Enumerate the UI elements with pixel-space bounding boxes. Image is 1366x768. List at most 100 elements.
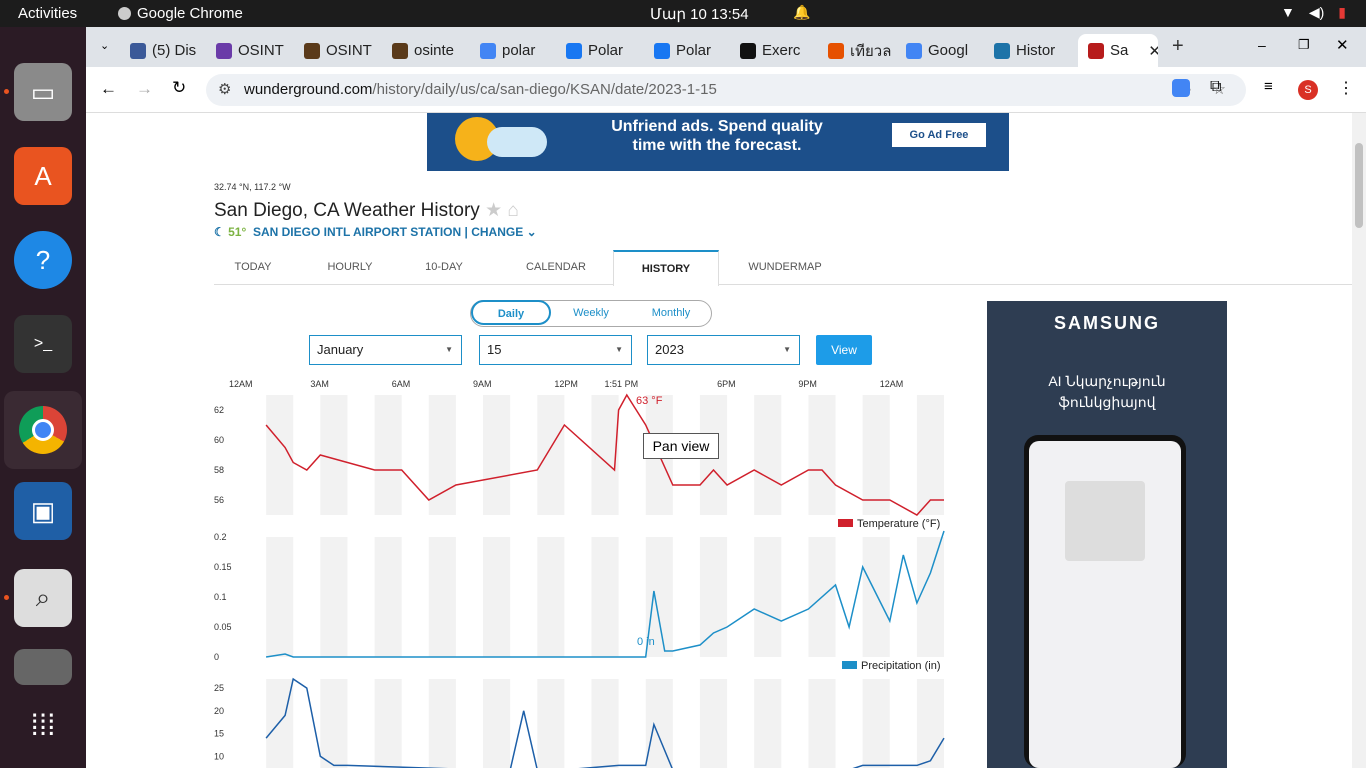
site-info-icon[interactable]: ⚙ — [218, 74, 231, 106]
browser-tab[interactable]: Exerc — [740, 34, 818, 67]
period-daily[interactable]: Daily — [471, 300, 551, 325]
app-menu[interactable]: Google Chrome — [118, 5, 243, 22]
browser-tab[interactable]: osinte — [392, 34, 470, 67]
menu-icon[interactable]: ⋮ — [1338, 78, 1354, 98]
day-select[interactable]: 15 ▼ — [479, 335, 632, 365]
browser-tab[interactable]: polar — [480, 34, 558, 67]
virtualbox-icon[interactable]: ▣ — [14, 482, 72, 540]
nav-tabs: TODAY HOURLY 10-DAY CALENDAR HISTORY WUN… — [214, 250, 1352, 286]
back-icon[interactable]: ← — [100, 79, 117, 99]
x-tick-label: 6AM — [392, 379, 411, 389]
close-tab-icon[interactable]: ✕ — [1148, 42, 1158, 60]
side-ad[interactable]: SAMSUNG AI Նկարչություն ֆունկցիայով — [987, 301, 1227, 768]
forward-icon[interactable]: → — [136, 79, 153, 99]
close-window-icon[interactable]: ✕ — [1336, 36, 1349, 54]
url-path: /history/daily/us/ca/san-diego/KSAN/date… — [372, 81, 717, 98]
y-tick-label: 15 — [214, 729, 224, 739]
tab-calendar[interactable]: CALENDAR — [514, 250, 598, 285]
tab-favicon-icon — [480, 42, 496, 59]
browser-tab[interactable]: OSINT — [304, 34, 382, 67]
tab-label: Polar — [676, 42, 712, 59]
browser-tab[interactable]: Googl — [906, 34, 984, 67]
tab-search-icon[interactable]: ⌄ — [100, 39, 109, 52]
grid-band — [374, 537, 402, 657]
reload-icon[interactable]: ↻ — [172, 78, 186, 98]
help-icon[interactable]: ? — [14, 231, 72, 289]
search-icon[interactable]: ⌕ — [14, 569, 72, 627]
view-button[interactable]: View — [816, 335, 872, 365]
apps-grid-icon[interactable]: ⁞⁞⁞ — [14, 697, 72, 755]
legend-label: Temperature (°F) — [857, 518, 940, 530]
y-tick-label: 0.1 — [214, 592, 227, 602]
grid-band — [266, 679, 294, 768]
bell-icon[interactable]: 🔔 — [793, 4, 810, 21]
home-icon[interactable]: ⌂ — [507, 200, 518, 221]
system-tray[interactable]: ▼ ◀) ▮ — [1281, 4, 1346, 21]
browser-tab[interactable]: เทียวล — [828, 34, 906, 67]
chrome-dock-icon[interactable] — [4, 391, 82, 469]
tab-label: Googl — [928, 42, 969, 59]
grid-band — [537, 395, 565, 515]
month-select[interactable]: January ▼ — [309, 335, 462, 365]
tab-label: polar — [502, 42, 536, 59]
browser-tab[interactable]: Sa ✕ — [1078, 34, 1158, 67]
activities-button[interactable]: Activities — [18, 5, 77, 22]
grid-band — [754, 395, 782, 515]
volume-icon: ◀) — [1308, 4, 1325, 20]
profile-avatar[interactable]: S — [1298, 80, 1318, 100]
tab-hourly[interactable]: HOURLY — [312, 250, 388, 285]
tab-wundermap[interactable]: WUNDERMAP — [734, 250, 836, 285]
year-select[interactable]: 2023 ▼ — [647, 335, 800, 365]
scrollbar-thumb[interactable] — [1355, 143, 1363, 228]
terminal-icon[interactable]: >_ — [14, 315, 72, 373]
app-center-icon[interactable]: A — [14, 147, 72, 205]
media-icon[interactable]: ≡ — [1264, 78, 1273, 95]
new-tab-icon[interactable]: + — [1172, 35, 1184, 58]
ad-text: Unfriend ads. Spend quality time with th… — [611, 118, 823, 154]
tab-label: Histor — [1016, 42, 1056, 59]
favorite-star-icon[interactable]: ★ — [485, 200, 502, 221]
drive-icon[interactable] — [14, 649, 72, 685]
tab-favicon-icon — [994, 42, 1010, 59]
period-monthly[interactable]: Monthly — [631, 301, 711, 326]
top-ad-banner[interactable]: Unfriend ads. Spend quality time with th… — [427, 113, 1009, 171]
grid-band — [699, 679, 728, 768]
grid-band — [808, 395, 836, 515]
go-ad-free-button[interactable]: Go Ad Free — [892, 123, 986, 147]
station-name[interactable]: SAN DIEGO INTL AIRPORT STATION — [253, 225, 461, 239]
grid-band — [591, 537, 619, 657]
browser-tab[interactable]: Histor — [994, 34, 1072, 67]
browser-tab[interactable]: Polar — [654, 34, 732, 67]
period-weekly[interactable]: Weekly — [551, 301, 631, 326]
scrollbar[interactable] — [1352, 113, 1366, 768]
legend-swatch — [842, 661, 857, 669]
tab-favicon-icon — [566, 42, 582, 59]
url-input[interactable]: ⚙ wunderground.com/history/daily/us/ca/sa… — [206, 74, 1246, 106]
tab-label: OSINT — [326, 42, 372, 59]
data-label: 0 in — [637, 636, 655, 648]
browser-tab[interactable]: OSINT — [216, 34, 294, 67]
pan-view-tooltip: Pan view — [643, 433, 719, 459]
history-charts[interactable]: 12AM 3AM 6AM 9AM 12PM 1:51 PM 6PM 9PM 12AM 56 58 60… — [214, 371, 974, 768]
grid-band — [320, 395, 348, 515]
translate-icon[interactable] — [1172, 79, 1190, 97]
grid-band — [320, 537, 348, 657]
tab-label: osinte — [414, 42, 455, 59]
browser-tab[interactable]: Polar — [566, 34, 644, 67]
extensions-icon[interactable]: ⧉ — [1210, 78, 1221, 96]
minimize-icon[interactable]: – — [1258, 37, 1266, 53]
clock[interactable]: Մար 10 13:54 — [650, 5, 749, 23]
tab-today[interactable]: TODAY — [214, 250, 292, 285]
tab-favicon-icon — [654, 42, 670, 59]
tab-favicon-icon — [828, 42, 844, 59]
grid-band — [374, 679, 402, 768]
tab-10-day[interactable]: 10-DAY — [406, 250, 482, 285]
change-link[interactable]: CHANGE — [471, 225, 523, 239]
page: Unfriend ads. Spend quality time with th… — [86, 113, 1352, 768]
restore-icon[interactable]: ❐ — [1298, 37, 1310, 53]
page-title: San Diego, CA Weather History ★ ⌂ — [214, 200, 519, 221]
chevron-down-icon[interactable]: ⌄ — [527, 225, 537, 239]
browser-tab[interactable]: (5) Dis — [130, 34, 208, 67]
files-icon[interactable]: ▭ — [14, 63, 72, 121]
tab-history[interactable]: HISTORY — [613, 250, 719, 286]
